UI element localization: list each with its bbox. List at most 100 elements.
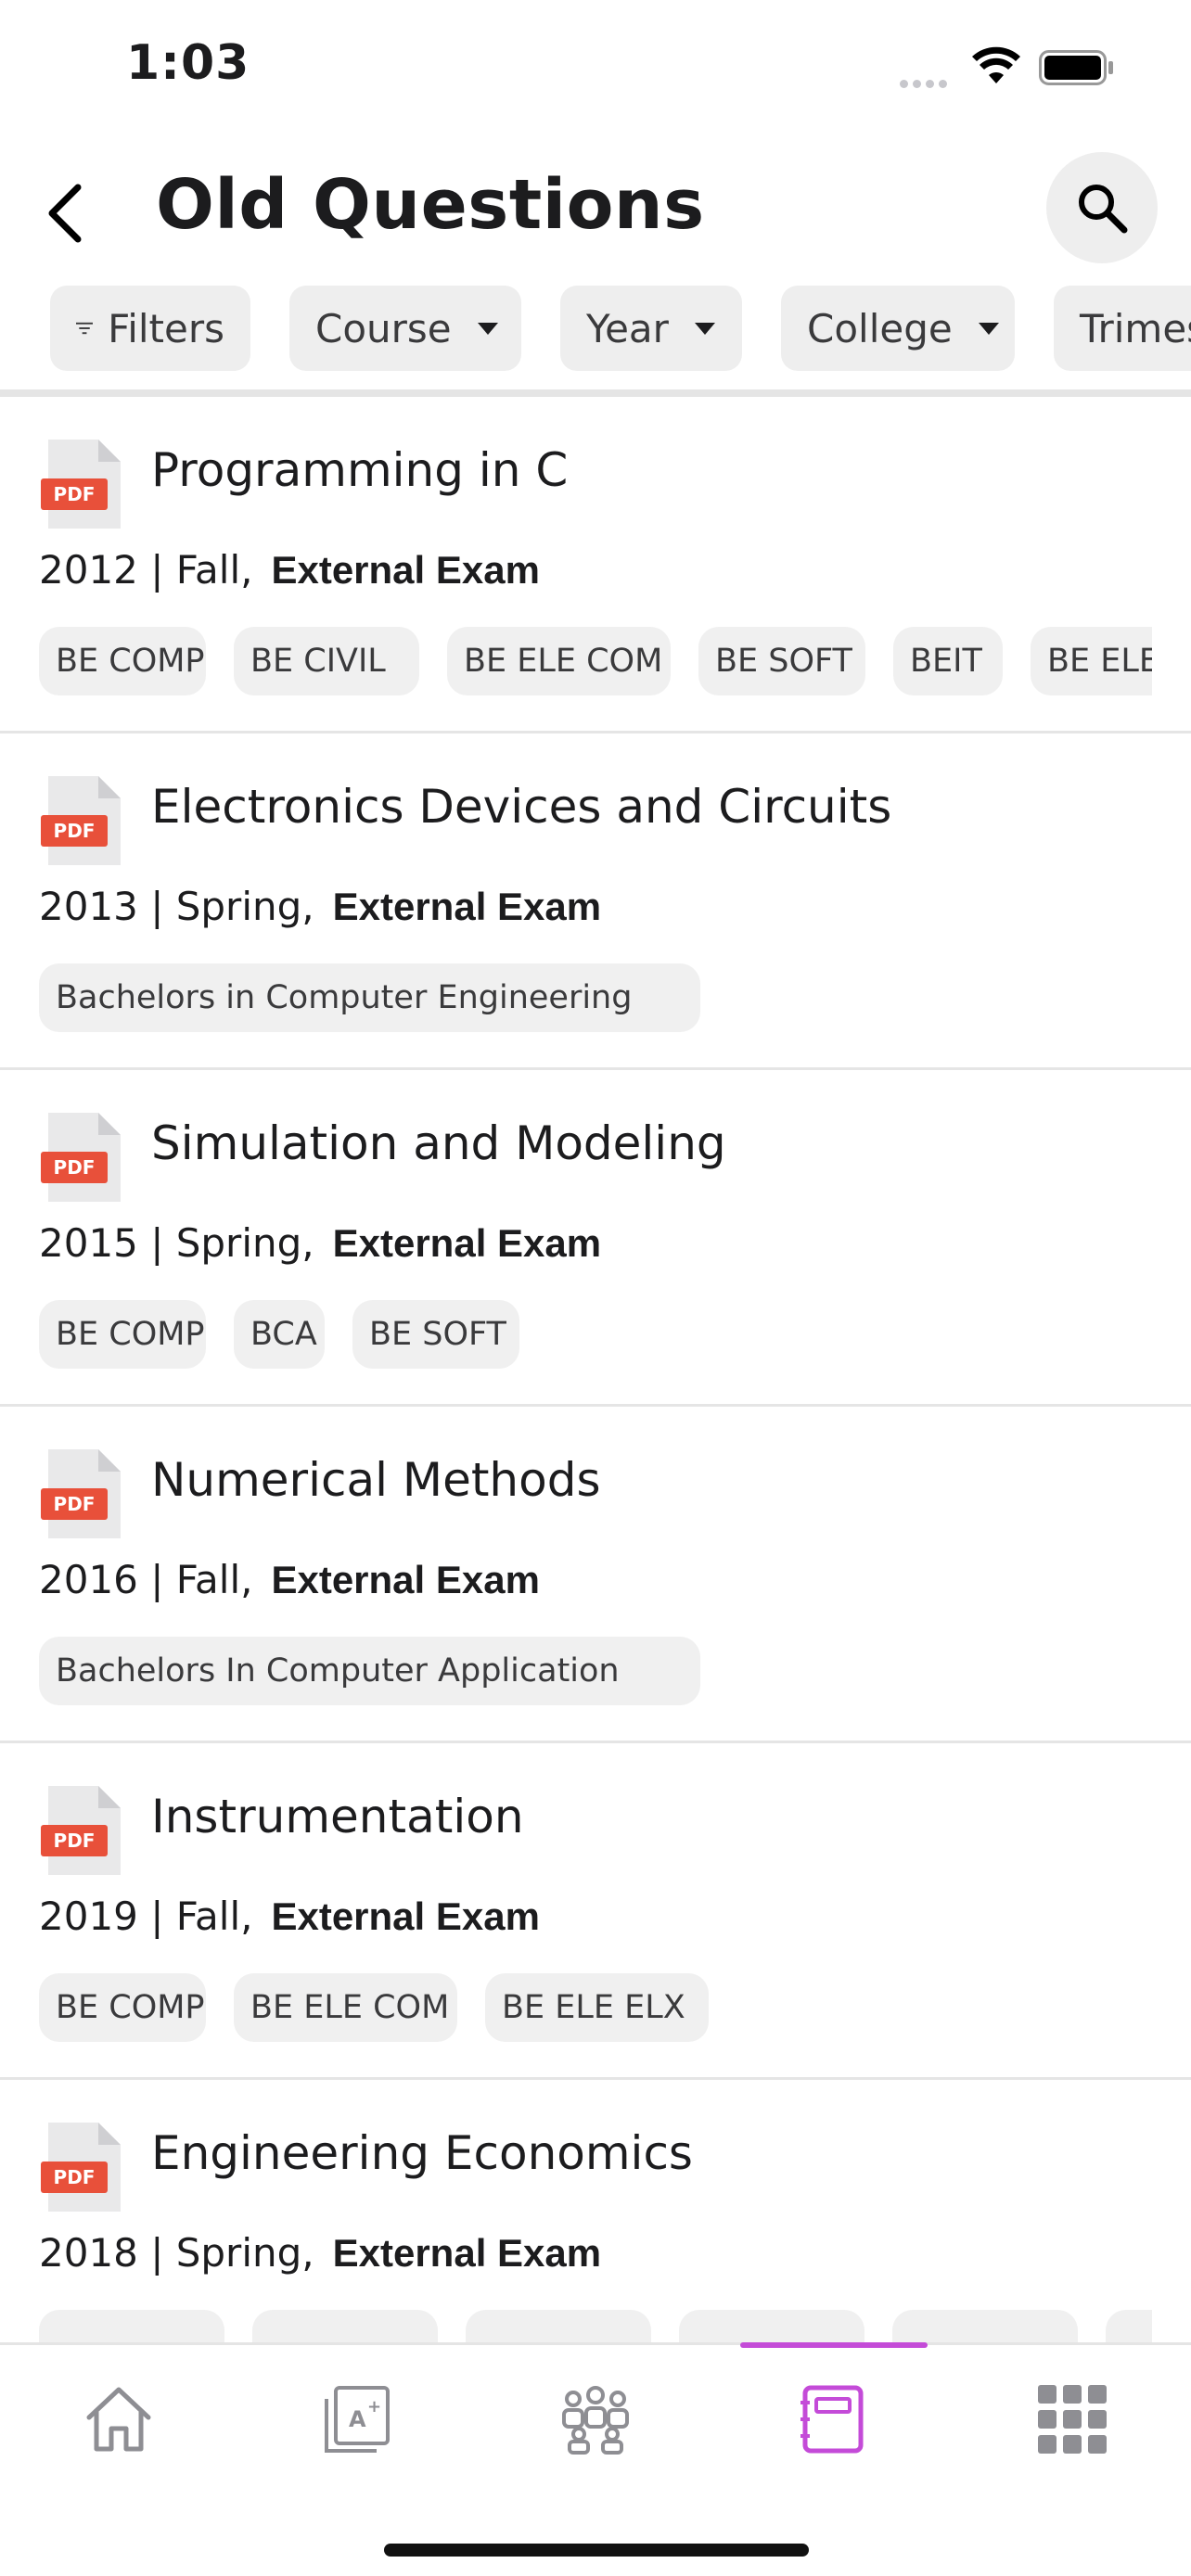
status-bar: 1:03 bbox=[0, 0, 1191, 139]
pdf-badge-label: PDF bbox=[54, 820, 96, 842]
question-meta: 2013 | Spring, External Exam bbox=[39, 884, 601, 929]
course-tag: BE ELE ELX bbox=[485, 1973, 709, 2042]
course-tag: BE COMP bbox=[39, 627, 206, 695]
course-tag: BE SOFT bbox=[698, 627, 865, 695]
tab-more[interactable] bbox=[954, 2345, 1191, 2493]
search-icon bbox=[1079, 185, 1128, 234]
pdf-badge-label: PDF bbox=[54, 483, 96, 505]
course-tags: BE COMP BCA BE SOFT bbox=[39, 1300, 1152, 1369]
pdf-file-icon: PDF bbox=[41, 440, 121, 529]
course-tags: Bachelors In Computer Application bbox=[39, 1637, 1152, 1705]
question-exam-type: External Exam bbox=[271, 1894, 540, 1938]
trimester-dropdown-label: Trimester bbox=[1080, 305, 1191, 351]
course-tag bbox=[466, 2310, 651, 2342]
search-button[interactable] bbox=[1046, 152, 1158, 263]
cellular-signal-icon bbox=[900, 74, 952, 92]
header: Old Questions bbox=[0, 139, 1191, 278]
question-exam-type: External Exam bbox=[271, 1558, 540, 1601]
course-tag: Bachelors in Computer Engineering bbox=[39, 963, 700, 1032]
tab-home[interactable] bbox=[0, 2345, 237, 2493]
question-title: Simulation and Modeling bbox=[151, 1116, 726, 1170]
chevron-left-icon bbox=[48, 184, 82, 243]
page-title: Old Questions bbox=[156, 165, 705, 245]
caret-down-icon bbox=[477, 322, 498, 335]
pdf-file-icon: PDF bbox=[41, 1113, 121, 1202]
question-title: Engineering Economics bbox=[151, 2126, 693, 2180]
course-tag: BE ELE COM bbox=[234, 1973, 457, 2042]
question-title: Electronics Devices and Circuits bbox=[151, 780, 892, 834]
tab-grades[interactable]: A + bbox=[237, 2345, 475, 2493]
question-title: Numerical Methods bbox=[151, 1453, 601, 1507]
question-year-term: 2019 | Fall, bbox=[39, 1894, 253, 1939]
course-tag: BE ELE ELX bbox=[1031, 627, 1152, 695]
question-meta: 2018 | Spring, External Exam bbox=[39, 2230, 601, 2276]
pdf-file-icon: PDF bbox=[41, 1449, 121, 1538]
pdf-file-icon: PDF bbox=[41, 776, 121, 865]
course-tag: BCA bbox=[234, 1300, 325, 1369]
question-card[interactable]: PDF Simulation and Modeling 2015 | Spring,… bbox=[0, 1070, 1191, 1407]
grades-icon: A + bbox=[325, 2386, 390, 2453]
trimester-dropdown[interactable]: Trimester bbox=[1054, 286, 1191, 371]
question-exam-type: External Exam bbox=[332, 2231, 602, 2275]
question-meta: 2012 | Fall, External Exam bbox=[39, 547, 540, 593]
pdf-badge-label: PDF bbox=[54, 2166, 96, 2188]
question-title: Programming in C bbox=[151, 443, 569, 497]
course-tag bbox=[679, 2310, 864, 2342]
question-title: Instrumentation bbox=[151, 1790, 524, 1843]
pdf-file-icon: PDF bbox=[41, 2123, 121, 2212]
tab-community[interactable] bbox=[477, 2345, 714, 2493]
wifi-icon bbox=[972, 46, 1020, 83]
question-exam-type: External Exam bbox=[332, 885, 602, 928]
course-tag bbox=[39, 2310, 224, 2342]
question-meta: 2015 | Spring, External Exam bbox=[39, 1220, 601, 1266]
home-icon bbox=[86, 2387, 151, 2452]
year-dropdown-label: Year bbox=[586, 305, 669, 351]
notebook-icon bbox=[800, 2385, 864, 2454]
question-year-term: 2016 | Fall, bbox=[39, 1557, 253, 1602]
course-tag bbox=[252, 2310, 438, 2342]
question-list: PDF Programming in C 2012 | Fall, External … bbox=[0, 397, 1191, 2342]
college-dropdown[interactable]: College bbox=[781, 286, 1015, 371]
question-exam-type: External Exam bbox=[332, 1221, 602, 1265]
course-tags: Bachelors in Computer Engineering bbox=[39, 963, 1152, 1032]
course-tag: BE COMP bbox=[39, 1973, 206, 2042]
question-card[interactable]: PDF Instrumentation 2019 | Fall, External E… bbox=[0, 1743, 1191, 2080]
question-year-term: 2015 | Spring, bbox=[39, 1220, 314, 1266]
caret-down-icon bbox=[978, 322, 999, 335]
pdf-file-icon: PDF bbox=[41, 1786, 121, 1875]
course-dropdown[interactable]: Course bbox=[289, 286, 521, 371]
back-button[interactable] bbox=[28, 176, 102, 250]
tab-old-questions[interactable] bbox=[714, 2345, 952, 2493]
course-tags bbox=[39, 2310, 1152, 2342]
college-dropdown-label: College bbox=[807, 305, 953, 351]
pdf-badge-label: PDF bbox=[54, 1493, 96, 1515]
course-tag bbox=[892, 2310, 1078, 2342]
course-tag: BEIT bbox=[893, 627, 1003, 695]
caret-down-icon bbox=[694, 322, 715, 335]
course-tag: BE COMP bbox=[39, 1300, 206, 1369]
course-tag: Bachelors In Computer Application bbox=[39, 1637, 700, 1705]
filters-chip[interactable]: Filters bbox=[50, 286, 250, 371]
filters-divider bbox=[0, 389, 1191, 397]
battery-icon bbox=[1039, 50, 1113, 85]
question-year-term: 2013 | Spring, bbox=[39, 884, 314, 929]
question-card[interactable]: PDF Programming in C 2012 | Fall, External … bbox=[0, 397, 1191, 733]
course-tag: BE SOFT bbox=[352, 1300, 519, 1369]
pdf-badge-label: PDF bbox=[54, 1830, 96, 1852]
question-meta: 2019 | Fall, External Exam bbox=[39, 1894, 540, 1939]
community-icon bbox=[562, 2386, 629, 2455]
question-card[interactable]: PDF Electronics Devices and Circuits 2013 … bbox=[0, 733, 1191, 1070]
year-dropdown[interactable]: Year bbox=[560, 286, 742, 371]
apps-grid-icon bbox=[1038, 2385, 1107, 2454]
question-card[interactable]: PDF Engineering Economics 2018 | Spring, Ex… bbox=[0, 2080, 1191, 2342]
question-meta: 2016 | Fall, External Exam bbox=[39, 1557, 540, 1602]
course-dropdown-label: Course bbox=[315, 305, 452, 351]
filters-chip-label: Filters bbox=[108, 305, 224, 351]
question-card[interactable]: PDF Numerical Methods 2016 | Fall, External… bbox=[0, 1407, 1191, 1743]
course-tag: BE ELE COM bbox=[447, 627, 671, 695]
course-tag: BE CIVIL bbox=[234, 627, 419, 695]
svg-text:+: + bbox=[367, 2397, 381, 2417]
question-year-term: 2012 | Fall, bbox=[39, 547, 253, 593]
pdf-badge-label: PDF bbox=[54, 1156, 96, 1179]
svg-text:A: A bbox=[349, 2406, 366, 2432]
